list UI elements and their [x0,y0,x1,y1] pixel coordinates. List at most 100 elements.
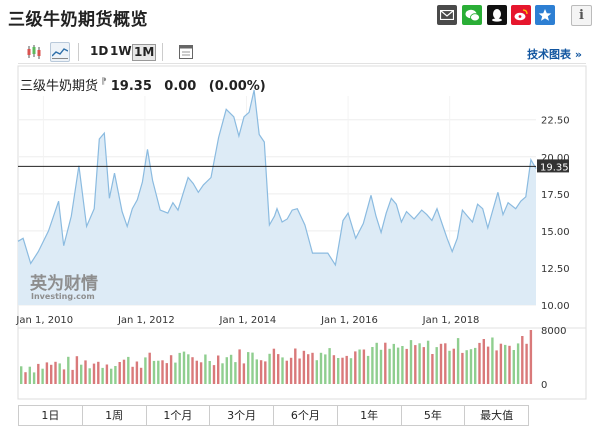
volume-bar [24,372,27,384]
volume-bar [444,343,447,384]
volume-bar [238,349,241,384]
volume-bar [324,354,327,384]
range-button-1[interactable]: 1周 [82,406,147,425]
volume-bar [41,368,44,384]
x-tick-label: Jan 1, 2012 [117,315,175,326]
y-tick-label: 10.00 [541,301,570,312]
volume-bar [161,360,164,384]
volume-bar [512,350,515,384]
volume-bar [45,362,49,384]
volume-bar [396,347,400,384]
volume-bar [354,351,357,384]
volume-bar [32,372,36,384]
volume-bar [371,347,374,384]
y-tick-label: 12.50 [541,264,570,275]
volume-bar [328,348,331,384]
volume-bar [101,367,104,384]
range-button-4[interactable]: 6个月 [274,406,338,425]
volume-bar [199,362,203,384]
volume-bar [414,345,417,384]
time-range-bar: 1日 1周 1个月 3个月 6个月 1年 5年 最大值 [18,405,529,426]
volume-bar [337,358,340,384]
volume-bar [71,369,74,384]
volume-bar [332,355,336,384]
volume-bar [174,362,177,384]
y-tick-label: 17.50 [541,190,570,201]
volume-bar [456,338,460,384]
volume-bar [302,350,306,384]
x-tick-label: Jan 1, 2014 [219,315,277,326]
volume-bar [294,348,297,384]
volume-bar [529,330,533,384]
volume-bar [431,354,434,384]
volume-bar [242,363,246,384]
volume-bar [37,363,40,384]
volume-bar [114,366,117,384]
volume-bar [67,356,70,384]
volume-bar [311,352,314,384]
volume-bar [144,357,147,384]
volume-bar [315,360,318,384]
volume-bar [461,352,464,384]
volume-bar [366,355,370,384]
volume-bar [169,355,173,384]
volume-bar [469,349,473,384]
volume-bar [307,354,310,384]
volume-bar [298,358,301,384]
range-button-2[interactable]: 1个月 [146,406,211,425]
volume-bar [187,354,190,384]
range-button-0[interactable]: 1日 [19,406,83,425]
volume-bar [225,357,228,384]
current-price-label: 19.35 [540,162,569,173]
volume-bar [285,360,288,384]
x-tick-label: Jan 1, 2010 [15,315,73,326]
volume-bar [152,360,156,384]
volume-bar [105,364,109,384]
volume-bar [345,355,348,384]
volume-bar [148,352,151,384]
volume-bar [281,357,284,384]
volume-tick-label: 0 [541,380,547,391]
volume-bar [75,356,79,384]
volume-bar [499,343,503,384]
volume-bar [341,357,344,384]
volume-bar [182,351,186,384]
volume-bar [54,361,57,384]
volume-bar [435,347,438,384]
volume-bar [272,348,276,384]
volume-bar [135,361,139,384]
y-tick-label: 15.00 [541,227,570,238]
volume-bar [208,361,211,384]
volume-bar [221,363,224,384]
volume-bar [426,340,430,384]
volume-bar [409,340,413,384]
volume-bar [418,343,421,384]
volume-bar [178,352,181,384]
volume-bar [62,369,66,384]
volume-bar [358,349,361,384]
volume-bar [375,342,378,384]
volume-bar [28,366,31,384]
volume-bar [139,367,143,384]
volume-bar [379,349,383,384]
range-button-3[interactable]: 3个月 [210,406,274,425]
volume-bar [388,348,391,384]
price-chart[interactable]: 22.5020.0017.5015.0012.5010.00Jan 1, 201… [0,0,600,433]
volume-bar [268,353,271,384]
volume-bar [84,360,87,384]
volume-bar [97,361,100,384]
volume-bar [157,360,160,384]
volume-bar [195,360,198,384]
volume-bar [165,363,168,384]
x-tick-label: Jan 1, 2018 [422,315,480,326]
volume-bar [92,363,96,384]
range-button-6[interactable]: 5年 [401,406,466,425]
volume-bar [465,350,468,384]
range-button-5[interactable]: 1年 [337,406,402,425]
volume-bar [486,346,490,384]
range-button-7[interactable]: 最大值 [465,406,528,425]
volume-bar [131,366,134,384]
volume-bar [474,347,477,384]
volume-bar [58,363,61,384]
volume-bar [20,366,23,384]
